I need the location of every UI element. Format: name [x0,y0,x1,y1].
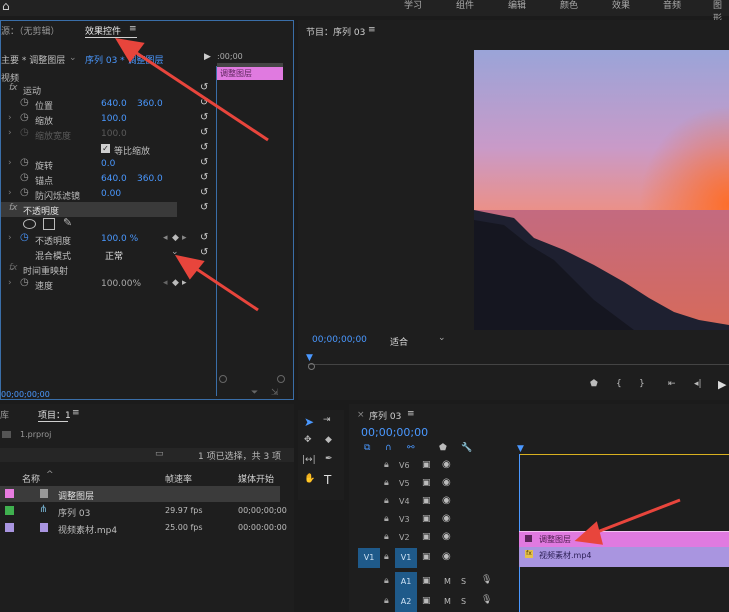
arrow-adjustment-layer [591,498,681,536]
annotation-arrows [115,37,681,545]
arrow-effect-controls [131,48,269,142]
arrow-blend-mode [191,264,259,312]
